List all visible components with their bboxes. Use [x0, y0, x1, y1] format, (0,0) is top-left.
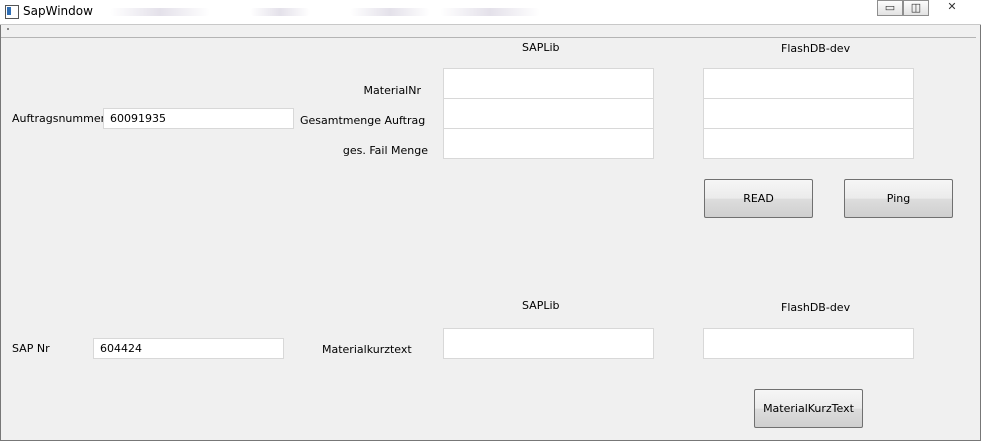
flashdb-materialkurztext-field[interactable] — [703, 328, 914, 359]
auftragsnummer-input[interactable] — [103, 108, 294, 129]
saplib-materialkurztext-field[interactable] — [443, 328, 654, 359]
restore-icon: ◫ — [910, 1, 922, 14]
flashdb-materialnr-field[interactable] — [703, 68, 914, 99]
ping-button[interactable]: Ping — [844, 179, 953, 218]
menu-bar — [1, 25, 976, 38]
restore-button[interactable]: ◫ — [903, 0, 929, 16]
saplib-gesamtmenge-field[interactable] — [443, 98, 654, 129]
failmenge-label: ges. Fail Menge — [342, 144, 428, 157]
window-title: SapWindow — [23, 4, 93, 18]
auftragsnummer-label: Auftragsnummer — [12, 112, 106, 125]
close-button[interactable]: ✕ — [929, 0, 975, 16]
flashdb-failmenge-field[interactable] — [703, 128, 914, 159]
title-bar[interactable]: SapWindow ▭ ◫ ✕ — [0, 0, 981, 25]
blurred-title-area — [440, 8, 540, 16]
sap-window — [0, 0, 981, 441]
app-window-icon — [5, 5, 19, 19]
close-icon: ✕ — [947, 0, 957, 13]
blurred-title-area — [250, 8, 310, 16]
minimize-icon: ▭ — [884, 1, 896, 14]
saplib-failmenge-field[interactable] — [443, 128, 654, 159]
materialnr-label: MaterialNr — [363, 84, 421, 97]
gesamtmenge-label: Gesamtmenge Auftrag — [300, 114, 426, 127]
minimize-button[interactable]: ▭ — [877, 0, 903, 16]
materialkurztext-label: Materialkurztext — [322, 343, 412, 356]
materialkurztext-button[interactable]: MaterialKurzText — [754, 389, 863, 428]
sapnr-input[interactable] — [93, 338, 284, 359]
saplib-header-bottom: SAPLib — [522, 299, 560, 312]
flashdb-header-bottom: FlashDB-dev — [781, 301, 851, 314]
read-button[interactable]: READ — [704, 179, 813, 218]
saplib-header: SAPLib — [522, 41, 560, 54]
blurred-title-area — [350, 8, 430, 16]
menu-grip — [7, 28, 9, 30]
sapnr-label: SAP Nr — [12, 342, 50, 355]
blurred-title-area — [110, 8, 210, 16]
flashdb-header: FlashDB-dev — [781, 42, 851, 55]
flashdb-gesamtmenge-field[interactable] — [703, 98, 914, 129]
saplib-materialnr-field[interactable] — [443, 68, 654, 99]
